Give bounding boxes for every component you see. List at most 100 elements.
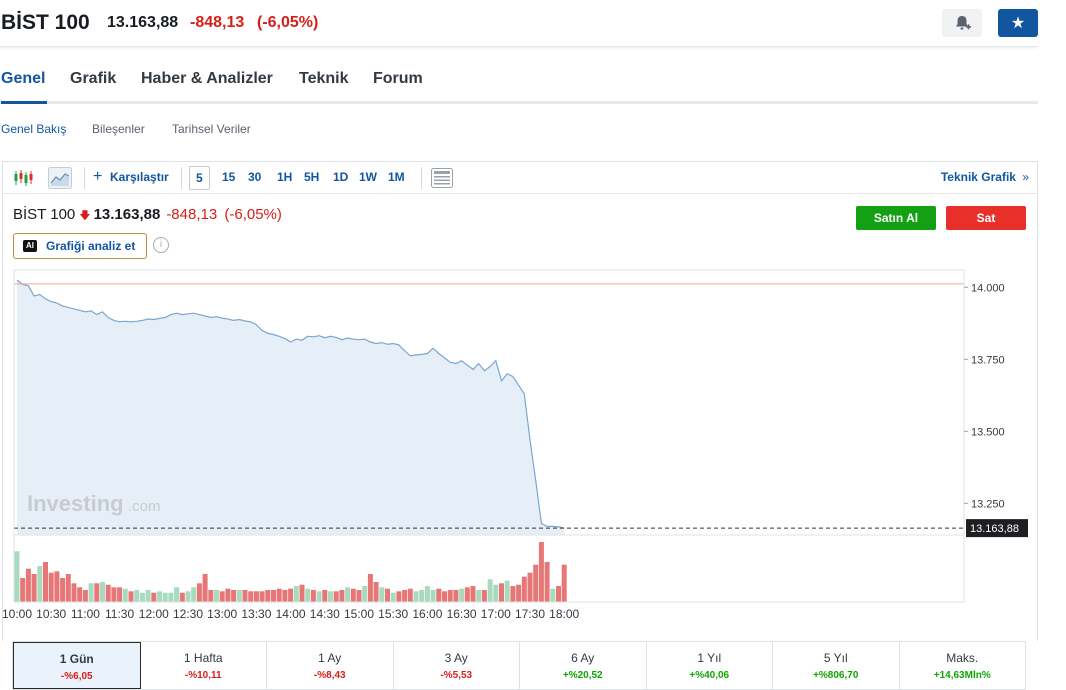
volume-bar (225, 588, 231, 602)
volume-bar (493, 584, 499, 602)
period-label: 1 Yıl (697, 651, 722, 665)
x-tick-label: 15:00 (344, 607, 374, 621)
period-label: 1 Gün (59, 652, 94, 666)
volume-bar (105, 584, 111, 602)
volume-bar (122, 588, 128, 602)
x-tick-label: 12:00 (139, 607, 169, 621)
volume-bar (43, 562, 48, 602)
x-tick-label: 17:30 (515, 607, 545, 621)
volume-bar (94, 583, 100, 602)
y-tick-label: 13.250 (971, 498, 1005, 510)
period-value: +%806,70 (813, 670, 859, 681)
volume-bar (82, 590, 88, 602)
period-label: Maks. (946, 651, 979, 665)
period-label: 6 Ay (571, 651, 595, 665)
period-1-week[interactable]: 1 Hafta -%10,11 (141, 642, 267, 689)
y-tick-label: 14.000 (971, 282, 1005, 294)
volume-bar (413, 591, 419, 602)
volume-bar (145, 590, 151, 602)
last-price-label: 13.163,88 (970, 523, 1019, 535)
volume-bar (333, 591, 339, 602)
volume-bar (71, 583, 77, 602)
volume-bar (527, 572, 533, 602)
volume-bar (54, 571, 60, 602)
volume-bar (430, 590, 436, 602)
volume-bar (14, 551, 20, 602)
volume-bar (402, 590, 408, 602)
x-tick-label: 10:00 (2, 607, 32, 621)
volume-bar (282, 590, 288, 602)
volume-bar (25, 568, 31, 602)
period-value: +%40,06 (689, 670, 730, 681)
x-tick-label: 11:00 (71, 607, 100, 621)
volume-bar (499, 583, 504, 602)
volume-bar (350, 588, 356, 602)
performance-periods: 1 Gün -%6,05 1 Hafta -%10,11 1 Ay -%8,43… (12, 641, 1026, 690)
period-max[interactable]: Maks. +14,63Mln% (900, 642, 1026, 689)
volume-bar (259, 591, 265, 602)
investing-watermark-suffix: .com (128, 498, 161, 515)
volume-bar (464, 587, 470, 602)
volume-bar (88, 583, 94, 602)
volume-bar (100, 582, 105, 602)
period-1-year[interactable]: 1 Yıl +%40,06 (647, 642, 773, 689)
volume-bar (151, 592, 157, 602)
volume-bar (510, 586, 516, 602)
period-label: 1 Hafta (183, 651, 223, 665)
volume-bar (544, 562, 550, 602)
volume-bar (310, 590, 316, 602)
volume-bar (362, 586, 368, 602)
period-1-day[interactable]: 1 Gün -%6,05 (13, 642, 141, 689)
y-tick-label: 13.500 (971, 426, 1005, 438)
volume-bar (305, 588, 311, 602)
volume-bar (339, 590, 345, 602)
volume-bar (253, 591, 259, 602)
x-tick-label: 13:30 (241, 607, 271, 621)
volume-bar (424, 586, 430, 602)
price-chart[interactable]: Investing .com 14.000 13.750 13.500 13.250 13… (0, 0, 1066, 640)
volume-bar (328, 591, 333, 602)
volume-bar (117, 587, 123, 602)
x-tick-label: 17:00 (481, 607, 511, 621)
volume-bar (556, 586, 561, 602)
period-label: 1 Ay (318, 651, 342, 665)
volume-bar (379, 587, 385, 602)
period-1-month[interactable]: 1 Ay -%8,43 (267, 642, 394, 689)
volume-bar (271, 590, 276, 602)
volume-bar (174, 587, 180, 602)
volume-bar (157, 591, 162, 602)
volume-bar (476, 590, 482, 602)
y-tick-label: 13.750 (971, 354, 1005, 366)
period-label: 5 Yıl (823, 651, 848, 665)
volume-bar (60, 578, 66, 602)
volume-bar (516, 584, 522, 602)
x-tick-label: 10:30 (36, 607, 66, 621)
volume-bar (31, 574, 37, 602)
period-5-years[interactable]: 5 Yıl +%806,70 (773, 642, 900, 689)
volume-bar (487, 579, 493, 602)
volume-bar (231, 590, 237, 602)
period-value: +%20,52 (562, 670, 603, 681)
volume-bar (419, 590, 425, 602)
x-tick-label: 18:00 (549, 607, 579, 621)
volume-bar (442, 591, 447, 602)
volume-bar (407, 588, 413, 602)
volume-bar (436, 588, 442, 602)
volume-bar (453, 590, 459, 602)
volume-bar (236, 590, 242, 602)
period-3-months[interactable]: 3 Ay -%5,53 (394, 642, 520, 689)
volume-bar (185, 591, 191, 602)
period-6-months[interactable]: 6 Ay +%20,52 (520, 642, 647, 689)
volume-bar (385, 588, 390, 602)
x-tick-label: 16:00 (412, 607, 442, 621)
volume-bar (322, 590, 328, 602)
volume-bar (77, 587, 83, 602)
volume-bar (538, 542, 544, 602)
x-tick-label: 11:30 (105, 607, 134, 621)
volume-bar (459, 588, 465, 602)
volume-bar (208, 590, 214, 602)
volume-bar (533, 564, 539, 602)
period-label: 3 Ay (444, 651, 468, 665)
x-tick-label: 14:00 (276, 607, 306, 621)
x-tick-label: 12:30 (173, 607, 203, 621)
